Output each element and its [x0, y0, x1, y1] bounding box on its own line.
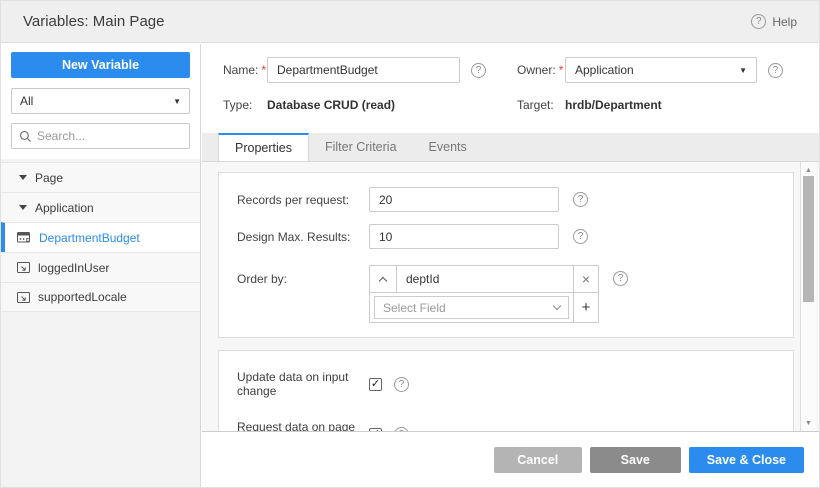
tree-item-loggedinuser[interactable]: loggedInUser	[1, 252, 200, 282]
request-on-page-load-label: Request data on page load	[237, 420, 356, 431]
required-marker: *	[261, 63, 267, 77]
target-label: Target:	[517, 98, 554, 112]
save-button[interactable]: Save	[589, 446, 681, 473]
static-variable-icon	[17, 262, 30, 273]
chevron-up-icon	[378, 276, 388, 285]
order-by-field: deptId	[406, 272, 440, 286]
order-by-control: deptId × Select Field +	[369, 265, 599, 323]
records-help-icon[interactable]: ?	[573, 192, 588, 207]
records-per-request-row: Records per request: ?	[237, 187, 775, 212]
target-value: hrdb/Department	[565, 98, 662, 112]
owner-label: Owner: *	[517, 63, 564, 77]
vertical-scrollbar[interactable]: ▲ ▼	[800, 162, 816, 431]
scroll-down-icon[interactable]: ▼	[801, 417, 816, 429]
update-on-input-change-label: Update data on input change	[237, 370, 349, 398]
help-label: Help	[772, 14, 797, 29]
tree-item-label: loggedInUser	[38, 260, 110, 275]
editor-tabbar: Properties Filter Criteria Events	[202, 133, 819, 162]
dialog-header: Variables: Main Page ? Help	[1, 1, 819, 43]
database-variable-icon	[17, 231, 31, 244]
new-variable-button[interactable]: New Variable	[11, 52, 190, 78]
select-field-placeholder: Select Field	[383, 300, 446, 315]
order-by-add-row: Select Field +	[369, 293, 599, 323]
update-on-input-change-help-icon[interactable]: ?	[394, 376, 409, 392]
order-by-row: Order by: deptId × Select Field + ?	[237, 265, 775, 323]
request-on-page-load-checkbox[interactable]: ✓	[369, 427, 382, 431]
save-and-close-button[interactable]: Save & Close	[688, 446, 804, 473]
page-title: Variables: Main Page	[23, 13, 165, 30]
order-by-entry: deptId ×	[369, 265, 599, 293]
variable-search	[11, 123, 192, 149]
tree-group-page[interactable]: Page	[1, 162, 200, 192]
tab-filter-criteria[interactable]: Filter Criteria	[309, 133, 413, 161]
owner-group: Owner: * Application ▼ ?	[517, 57, 783, 83]
request-on-page-load-row: Request data on page load ✓ ?	[237, 420, 775, 431]
tree-item-supportedlocale[interactable]: supportedLocale	[1, 282, 200, 312]
remove-field-button[interactable]: ×	[573, 266, 598, 292]
cancel-button[interactable]: Cancel	[493, 446, 582, 473]
records-per-request-input[interactable]	[369, 187, 559, 212]
help-button[interactable]: ? Help	[751, 14, 797, 29]
name-owner-row: Name:* ? Owner:* Application ▼ ?	[223, 57, 799, 83]
search-icon	[19, 130, 32, 143]
select-field-dropdown[interactable]: Select Field	[374, 296, 569, 319]
select-field-wrap: Select Field	[370, 293, 573, 322]
design-max-help-icon[interactable]: ?	[573, 229, 588, 244]
tab-events[interactable]: Events	[413, 133, 483, 161]
add-field-button[interactable]: +	[573, 293, 598, 322]
variable-filter-value: All	[20, 94, 34, 108]
tree-item-label: supportedLocale	[38, 290, 127, 304]
tree-group-label: Application	[35, 200, 94, 215]
expander-icon	[19, 205, 27, 210]
tab-properties[interactable]: Properties	[218, 133, 309, 161]
chevron-down-icon: ▼	[739, 65, 747, 75]
required-marker: *	[558, 63, 564, 77]
variables-tree: Page Application DepartmentBudget logged…	[1, 162, 200, 312]
records-per-request-label: Records per request:	[237, 192, 350, 207]
sort-direction-toggle[interactable]	[370, 266, 397, 292]
variable-filter-dropdown[interactable]: All ▼	[11, 88, 190, 114]
check-icon: ✓	[370, 377, 381, 390]
design-max-results-row: Design Max. Results: ?	[237, 224, 775, 249]
request-on-page-load-help-icon[interactable]: ?	[394, 426, 409, 431]
update-on-input-change-checkbox[interactable]: ✓	[369, 377, 382, 391]
dialog-footer: Cancel Save Save & Close	[202, 431, 819, 487]
owner-value: Application	[575, 63, 634, 77]
scrollbar-thumb[interactable]	[803, 176, 814, 302]
owner-select[interactable]: Application ▼	[565, 57, 757, 83]
expander-icon	[19, 175, 27, 180]
properties-content: Records per request: ? Design Max. Resul…	[202, 162, 819, 431]
variable-editor: Name:* ? Owner:* Application ▼ ? Type: D…	[202, 44, 819, 487]
chevron-down-icon: ▼	[173, 96, 181, 106]
name-label: Name: *	[223, 63, 267, 77]
type-target-row: Type: Database CRUD (read) Target: hrdb/…	[223, 98, 799, 112]
variable-meta-form: Name:* ? Owner:* Application ▼ ? Type: D…	[202, 44, 819, 133]
data-settings-panel: Records per request: ? Design Max. Resul…	[218, 172, 794, 338]
tree-item-label: DepartmentBudget	[39, 230, 140, 245]
scroll-up-icon[interactable]: ▲	[801, 164, 816, 176]
chevron-down-icon	[552, 301, 562, 311]
tree-item-departmentbudget[interactable]: DepartmentBudget	[1, 222, 200, 252]
check-icon: ✓	[371, 428, 380, 431]
sidebar-controls: New Variable All ▼	[1, 44, 200, 159]
design-max-results-input[interactable]	[369, 224, 559, 249]
order-by-label: Order by:	[237, 272, 288, 286]
update-on-input-change-row: Update data on input change ✓ ?	[237, 370, 775, 398]
tree-group-label: Page	[35, 170, 64, 185]
name-input[interactable]	[267, 57, 460, 83]
properties-scroll-area: Records per request: ? Design Max. Resul…	[202, 162, 800, 431]
name-help-icon[interactable]: ?	[471, 62, 486, 78]
static-variable-icon	[17, 291, 30, 303]
tree-group-application[interactable]: Application	[1, 192, 200, 222]
owner-help-icon[interactable]: ?	[768, 62, 783, 78]
order-by-help-icon[interactable]: ?	[613, 271, 628, 286]
variables-dialog: Variables: Main Page ? Help New Variable…	[0, 0, 820, 488]
type-label: Type:	[223, 98, 253, 112]
variables-sidebar: New Variable All ▼ Page Application	[1, 44, 201, 487]
behavior-panel: Update data on input change ✓ ? Request …	[218, 350, 794, 431]
search-input[interactable]	[37, 129, 192, 143]
type-value: Database CRUD (read)	[267, 98, 396, 112]
design-max-results-label: Design Max. Results:	[237, 229, 351, 244]
help-icon: ?	[751, 14, 767, 29]
